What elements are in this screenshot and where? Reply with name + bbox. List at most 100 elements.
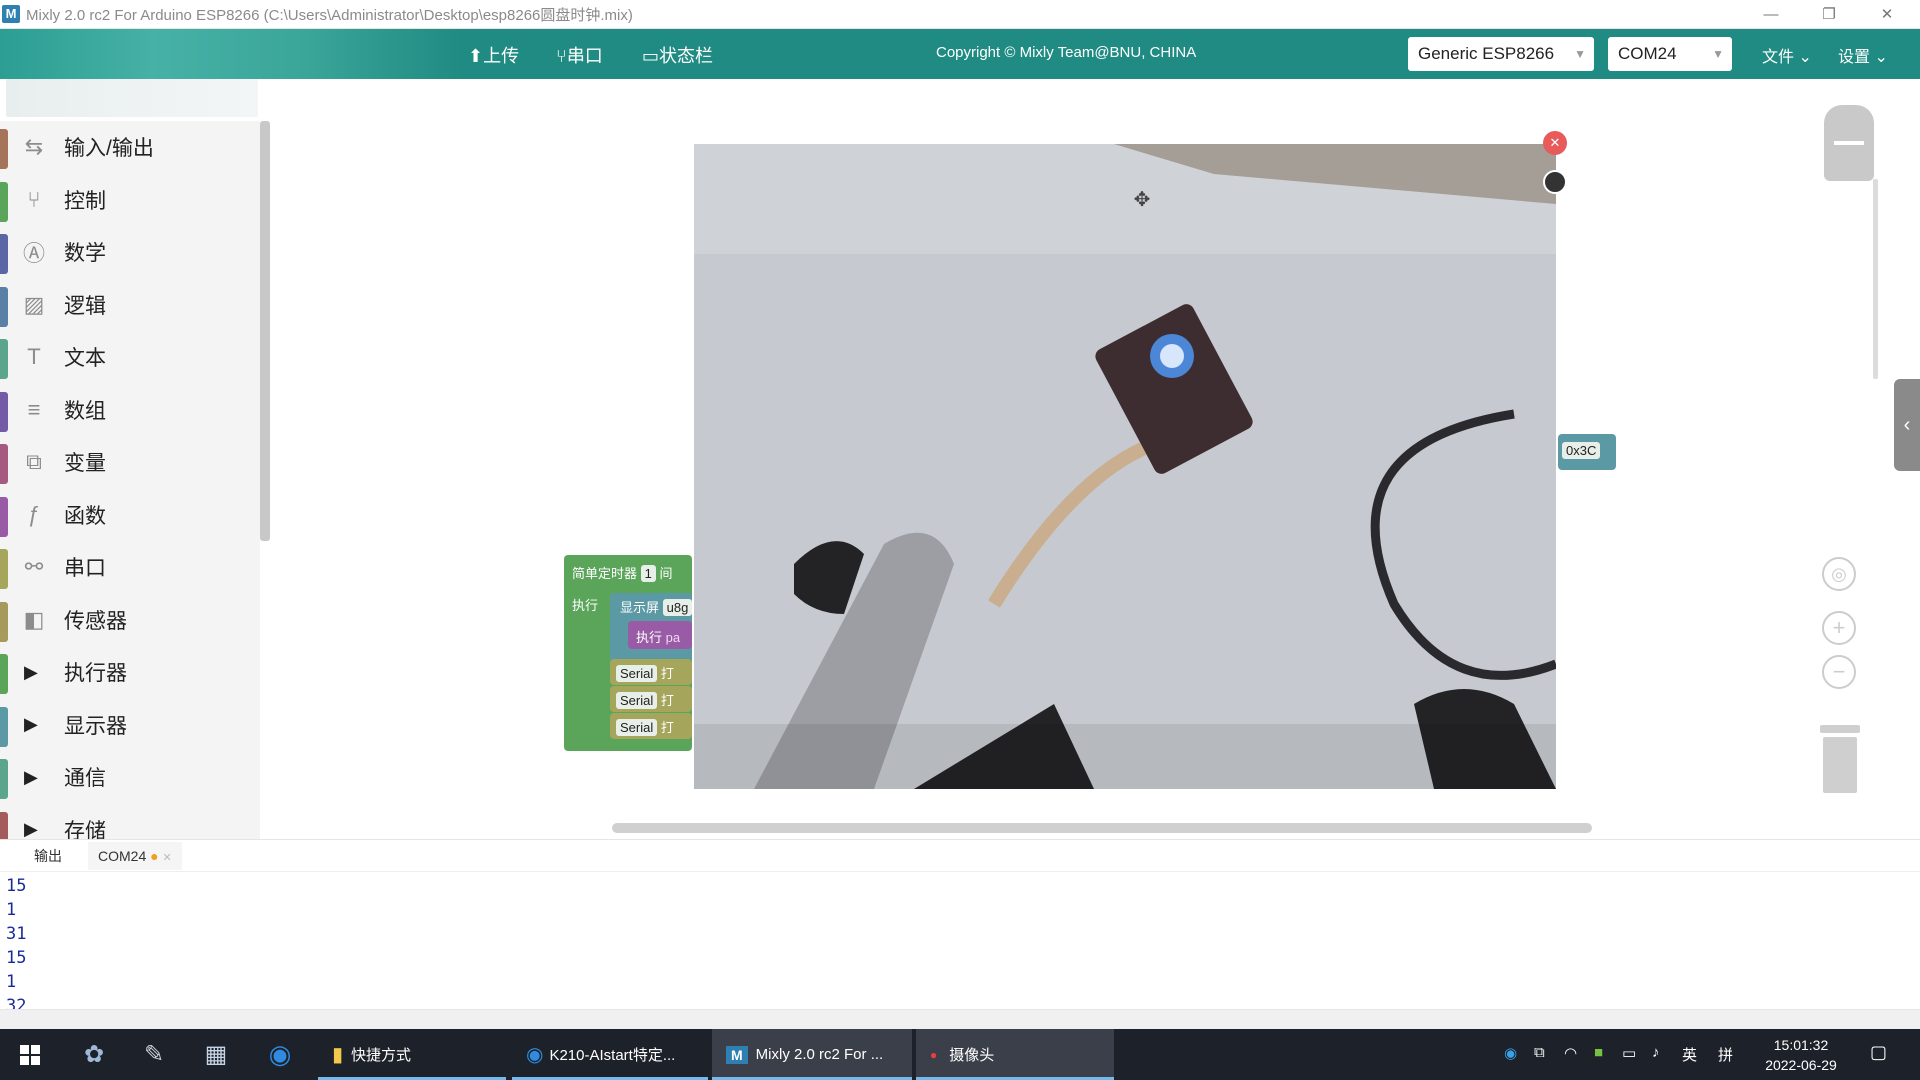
chevron-down-icon: ⌄ (1870, 49, 1888, 66)
windows-start-icon[interactable] (0, 1029, 60, 1080)
taskbar-task-camera[interactable]: ● 摄像头 (916, 1029, 1114, 1080)
nvidia-icon[interactable]: ■ (1594, 1044, 1603, 1061)
tray-window-icon[interactable]: ⧉ (1534, 1044, 1545, 1061)
category-item[interactable]: ▶ 执行器 (0, 646, 260, 698)
chevron-down-icon: ▼ (1712, 47, 1724, 61)
category-item[interactable]: Ⓐ 数学 (0, 226, 260, 278)
serial-button[interactable]: ⑂串口 (556, 42, 603, 68)
port-select[interactable]: COM24 ▼ (1608, 37, 1732, 71)
output-horizontal-scrollbar[interactable] (0, 1009, 1920, 1029)
statusbar-button[interactable]: ▭状态栏 (642, 42, 713, 68)
category-label: 传感器 (64, 609, 127, 633)
category-item[interactable]: ⑂ 控制 (0, 174, 260, 226)
wifi-icon[interactable]: ◠ (1564, 1044, 1577, 1062)
serial-print-label: 打 (660, 720, 674, 735)
category-color-bar (0, 811, 8, 841)
timer-block-label: 简单定时器 (572, 566, 638, 581)
oled-address-block[interactable]: 0x3C (1558, 434, 1616, 470)
tab-output[interactable]: 输出 (22, 846, 74, 866)
paint-app-icon[interactable]: ✎ (124, 1029, 184, 1080)
volume-icon[interactable]: ♪ (1652, 1044, 1660, 1061)
recenter-icon[interactable]: ◎ (1822, 557, 1856, 591)
category-color-bar (0, 549, 8, 589)
calculator-icon[interactable]: ▦ (186, 1029, 246, 1080)
camera-close-icon[interactable]: ✕ (1543, 131, 1567, 155)
function-name-field[interactable]: pa (666, 630, 680, 645)
workspace-vertical-scrollbar[interactable] (1873, 179, 1878, 379)
serial-print-block-2[interactable]: Serial 打 (610, 686, 692, 712)
category-color-bar (0, 759, 8, 799)
camera-preview-window[interactable] (694, 144, 1556, 789)
category-item[interactable]: ◧ 传感器 (0, 594, 260, 646)
category-color-bar (0, 654, 8, 694)
notifications-icon[interactable]: ▢ (1870, 1042, 1887, 1063)
upload-label: 上传 (483, 46, 520, 66)
category-item[interactable]: ▨ 逻辑 (0, 279, 260, 331)
sidebar-scrollbar[interactable] (260, 121, 270, 541)
category-color-bar (0, 129, 8, 169)
category-color-bar (0, 234, 8, 274)
close-tab-icon[interactable]: ✕ (162, 852, 171, 864)
serial-field[interactable]: Serial (616, 719, 658, 736)
browser-icon[interactable]: ◉ (250, 1029, 310, 1080)
minimize-button[interactable]: — (1742, 0, 1800, 29)
zoom-in-icon[interactable]: + (1822, 611, 1856, 645)
backpack-icon[interactable] (1824, 105, 1874, 181)
category-label: 存储 (64, 819, 106, 842)
workspace-horizontal-scrollbar[interactable] (612, 823, 1592, 833)
zoom-out-icon[interactable]: − (1822, 655, 1856, 689)
category-color-bar (0, 339, 8, 379)
category-item[interactable]: T 文本 (0, 331, 260, 383)
camera-icon: ● (930, 1047, 938, 1062)
taskbar-task-mixly[interactable]: M Mixly 2.0 rc2 For ... (712, 1029, 912, 1080)
collapse-panel-icon[interactable]: ‹ (1894, 379, 1920, 471)
serial-field[interactable]: Serial (616, 665, 658, 682)
file-menu[interactable]: 文件 ⌄ (1762, 43, 1812, 67)
restore-button[interactable]: ❐ (1800, 0, 1858, 29)
board-select[interactable]: Generic ESP8266 ▼ (1408, 37, 1594, 71)
camera-snapshot-icon[interactable] (1543, 170, 1567, 194)
display-object-field[interactable]: u8g (662, 599, 693, 616)
upload-button[interactable]: ⬆上传 (468, 42, 519, 68)
serial-print-label: 打 (660, 693, 674, 708)
toolbox-sidebar: ⇆ 输入/输出 ⑂ 控制 Ⓐ 数学 ▨ 逻辑 T 文本 ≡ 数组 ⧉ 变量 ƒ 函数 ⚯ 串口 ◧ 传感器 ▶ 执行器 ▶ 显… (0, 79, 272, 842)
mixly-icon: M (726, 1045, 748, 1064)
taskbar-task-browser[interactable]: ◉ K210-AIstart特定... (512, 1029, 708, 1080)
exec-function-block[interactable]: 执行 pa (628, 621, 692, 649)
ime-language[interactable]: 英 (1682, 1044, 1697, 1065)
port-select-value: COM24 (1618, 44, 1677, 63)
trash-icon[interactable] (1820, 725, 1860, 793)
category-item[interactable]: ▶ 通信 (0, 751, 260, 803)
chevron-down-icon: ⌄ (1794, 49, 1812, 66)
tab-com24[interactable]: COM24 ● ✕ (88, 841, 182, 870)
timer-number-field[interactable]: 1 (640, 565, 656, 582)
tray-app-icon[interactable]: ◉ (1504, 1044, 1517, 1062)
ime-mode[interactable]: 拼 (1718, 1044, 1733, 1065)
close-window-button[interactable]: ✕ (1858, 0, 1916, 29)
serial-print-block-1[interactable]: Serial 打 (610, 659, 692, 685)
settings-menu-label: 设置 (1838, 49, 1871, 66)
upload-icon: ⬆ (468, 46, 484, 66)
settings-menu[interactable]: 设置 ⌄ (1838, 43, 1888, 67)
app-header: ⬆上传 ⑂串口 ▭状态栏 Copyright © Mixly Team@BNU,… (0, 29, 1920, 79)
category-label: 逻辑 (64, 294, 106, 318)
clock[interactable]: 15:01:32 2022-06-29 (1756, 1035, 1846, 1075)
toolbox-search[interactable] (6, 79, 258, 117)
category-item[interactable]: ▶ 存储 (0, 804, 260, 842)
serial-print-block-3[interactable]: Serial 打 (610, 713, 692, 739)
category-item[interactable]: ≡ 数组 (0, 384, 260, 436)
clock-time: 15:01:32 (1773, 1037, 1829, 1053)
category-item[interactable]: ⇆ 输入/输出 (0, 121, 260, 173)
category-item[interactable]: ƒ 函数 (0, 489, 260, 541)
category-item[interactable]: ▶ 显示器 (0, 699, 260, 751)
category-item[interactable]: ⧉ 变量 (0, 436, 260, 488)
battery-icon[interactable]: ▭ (1622, 1044, 1636, 1062)
serial-print-label: 打 (660, 666, 674, 681)
serial-field[interactable]: Serial (616, 692, 658, 709)
pinned-app-icon[interactable]: ✿ (64, 1029, 124, 1080)
task-label: 快捷方式 (351, 1047, 412, 1064)
address-field[interactable]: 0x3C (1562, 442, 1601, 459)
category-item[interactable]: ⚯ 串口 (0, 541, 260, 593)
output-line: 1 (6, 972, 17, 992)
taskbar-task-shortcut[interactable]: ▮ 快捷方式 (318, 1029, 506, 1080)
